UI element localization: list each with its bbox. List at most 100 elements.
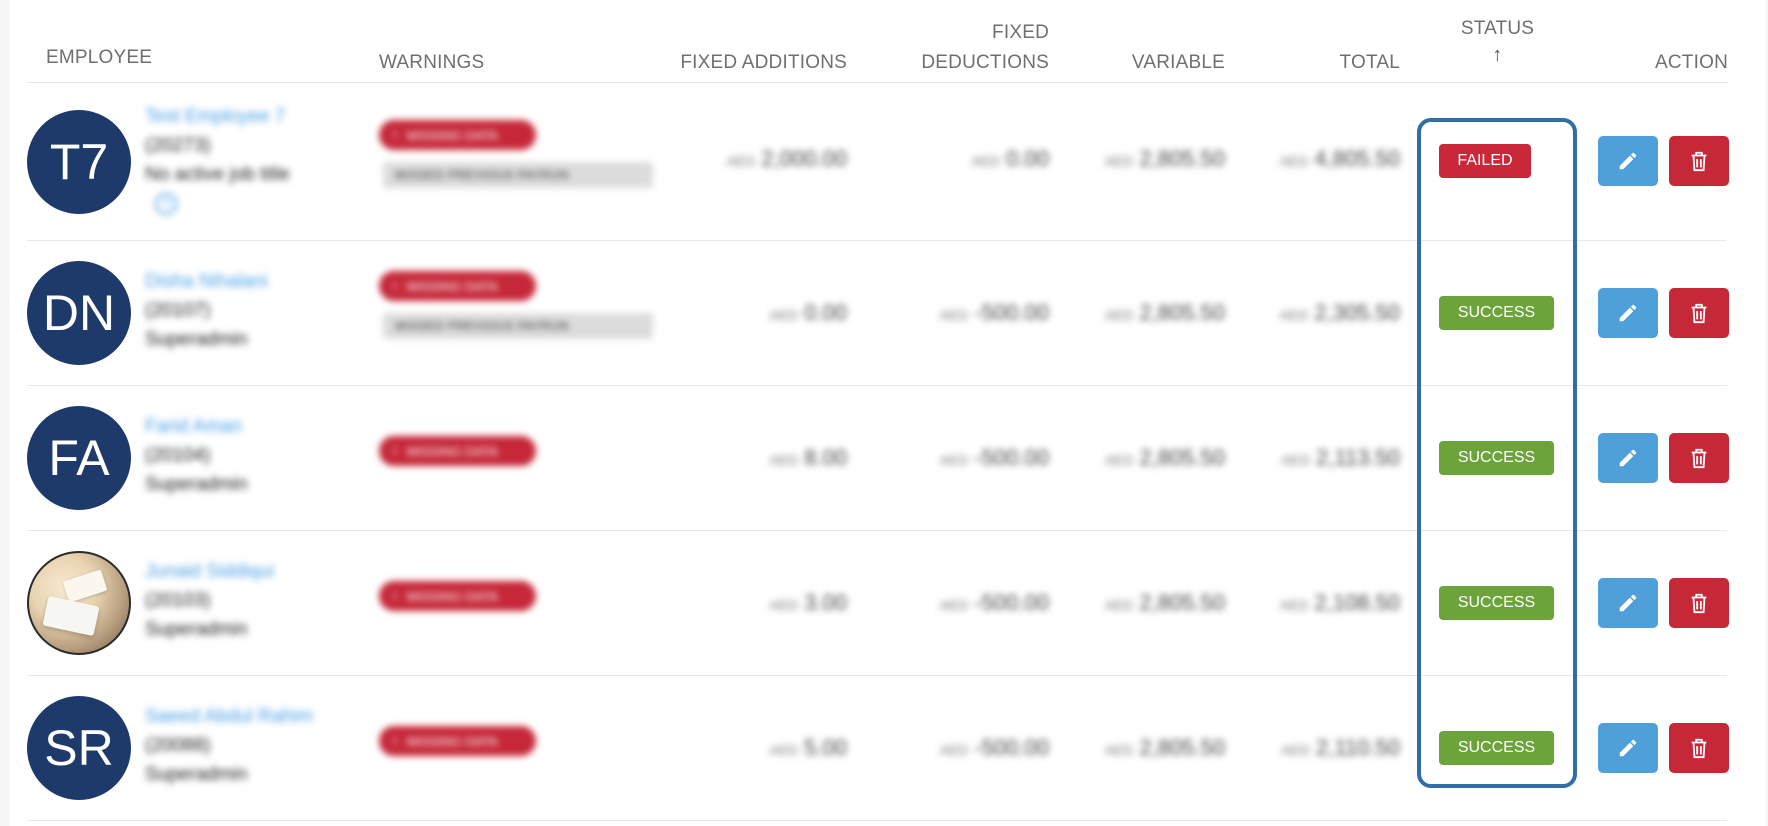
sort-ascending-icon[interactable]: ↑ bbox=[1450, 44, 1545, 67]
header-divider bbox=[27, 82, 1727, 83]
delete-button[interactable] bbox=[1669, 288, 1729, 338]
amount: 3.00 bbox=[804, 590, 847, 615]
edit-button[interactable] bbox=[1598, 723, 1658, 773]
status-badge: FAILED bbox=[1439, 144, 1531, 178]
fixed-additions-value: AED 5.00 bbox=[700, 735, 847, 761]
column-header-warnings[interactable]: WARNINGS bbox=[379, 52, 484, 74]
variable-value: AED 2,805.50 bbox=[1060, 146, 1225, 172]
column-header-status[interactable]: STATUS bbox=[1450, 18, 1545, 40]
edit-button[interactable] bbox=[1598, 578, 1658, 628]
table-row: FA Farid Aman (20104) Superadmin ! MISSIN… bbox=[0, 386, 1768, 531]
amount: -500.00 bbox=[974, 590, 1049, 615]
fixed-deductions-value: AED 0.00 bbox=[900, 146, 1049, 172]
avatar-initials: T7 bbox=[49, 134, 109, 190]
column-header-fixed-deductions-line2[interactable]: DEDUCTIONS bbox=[880, 52, 1049, 74]
warning-pill: ! MISSING DATA bbox=[379, 436, 536, 466]
fixed-additions-value: AED 3.00 bbox=[700, 590, 847, 616]
amount: 0.00 bbox=[804, 300, 847, 325]
employee-id: (20103) bbox=[145, 590, 211, 611]
trash-icon bbox=[1691, 593, 1707, 614]
fixed-deductions-value: AED -500.00 bbox=[900, 735, 1049, 761]
table-row: Junaid Siddiqui (20103) Superadmin ! MISS… bbox=[0, 531, 1768, 676]
currency-label: AED bbox=[1281, 742, 1310, 758]
amount: 2,110.50 bbox=[1315, 735, 1400, 760]
edit-button[interactable] bbox=[1598, 288, 1658, 338]
status-badge: SUCCESS bbox=[1439, 731, 1554, 765]
currency-label: AED bbox=[1279, 597, 1309, 613]
status-badge: SUCCESS bbox=[1439, 441, 1554, 475]
variable-value: AED 2,805.50 bbox=[1060, 590, 1225, 616]
delete-button[interactable] bbox=[1669, 136, 1729, 186]
amount: 8.00 bbox=[804, 445, 847, 470]
amount: 2,108.50 bbox=[1314, 590, 1400, 615]
employee-job-title: Superadmin bbox=[145, 474, 248, 495]
pencil-icon bbox=[1619, 304, 1637, 322]
avatar-initials: SR bbox=[44, 720, 114, 776]
trash-icon bbox=[1691, 448, 1707, 469]
delete-button[interactable] bbox=[1669, 578, 1729, 628]
column-header-fixed-additions[interactable]: FIXED ADDITIONS bbox=[650, 52, 847, 74]
fixed-deductions-value: AED -500.00 bbox=[900, 590, 1049, 616]
table-row: SR Saeed Abdul Rahim (20088) Superadmin … bbox=[0, 676, 1768, 821]
question-circle-icon[interactable]: ? bbox=[155, 193, 177, 215]
column-header-employee[interactable]: EMPLOYEE bbox=[46, 47, 152, 69]
avatar: T7 bbox=[27, 110, 131, 214]
edit-button[interactable] bbox=[1598, 433, 1658, 483]
variable-value: AED 2,805.50 bbox=[1060, 445, 1225, 471]
currency-label: AED bbox=[1104, 452, 1134, 468]
currency-label: AED bbox=[769, 452, 799, 468]
amount: 2,805.50 bbox=[1139, 445, 1225, 470]
currency-label: AED bbox=[1281, 452, 1310, 468]
avatar: DN bbox=[27, 261, 131, 365]
pencil-icon bbox=[1619, 152, 1637, 170]
warning-pill: ! MISSING DATA bbox=[379, 120, 536, 150]
fixed-deductions-value: AED -500.00 bbox=[900, 445, 1049, 471]
row-divider bbox=[27, 820, 1727, 821]
total-value: AED 2,113.50 bbox=[1240, 445, 1400, 471]
employee-id: (20273) bbox=[145, 135, 211, 156]
employee-id: (20088) bbox=[145, 735, 211, 756]
status-badge: SUCCESS bbox=[1439, 296, 1554, 330]
employee-name-link[interactable]: Farid Aman bbox=[145, 416, 242, 438]
employee-job-title: No active job title bbox=[145, 164, 290, 185]
amount: 0.00 bbox=[1006, 146, 1049, 171]
currency-label: AED bbox=[1104, 597, 1134, 613]
trash-icon bbox=[1691, 303, 1707, 324]
employee-job-title: Superadmin bbox=[145, 619, 248, 640]
variable-value: AED 2,805.50 bbox=[1060, 300, 1225, 326]
currency-label: AED bbox=[939, 307, 969, 323]
currency-label: AED bbox=[726, 153, 756, 169]
warning-label: MISSING DATA bbox=[406, 443, 498, 459]
column-header-total[interactable]: TOTAL bbox=[1250, 52, 1400, 74]
currency-label: AED bbox=[971, 153, 1001, 169]
amount: -500.00 bbox=[974, 445, 1049, 470]
employee-id: (20107) bbox=[145, 300, 211, 321]
total-value: AED 4,805.50 bbox=[1240, 146, 1400, 172]
column-header-variable[interactable]: VARIABLE bbox=[1080, 52, 1225, 74]
amount: -500.00 bbox=[974, 735, 1049, 760]
amount: 2,305.50 bbox=[1314, 300, 1400, 325]
amount: 2,113.50 bbox=[1315, 445, 1400, 470]
total-value: AED 2,110.50 bbox=[1240, 735, 1400, 761]
pencil-icon bbox=[1619, 594, 1637, 612]
edit-button[interactable] bbox=[1598, 136, 1658, 186]
employee-job-title: Superadmin bbox=[145, 329, 248, 350]
employee-name-link[interactable]: Saeed Abdul Rahim bbox=[145, 706, 313, 728]
column-header-fixed-deductions-line1[interactable]: FIXED bbox=[880, 22, 1049, 44]
status-badge: SUCCESS bbox=[1439, 586, 1554, 620]
employee-name-link[interactable]: Test Employee 7 bbox=[145, 106, 285, 128]
warning-label: MISSING DATA bbox=[406, 733, 498, 749]
fixed-deductions-value: AED -500.00 bbox=[900, 300, 1049, 326]
table-row: DN Disha Nihalani (20107) Superadmin ! MI… bbox=[0, 241, 1768, 386]
exclamation-icon: ! bbox=[393, 127, 397, 143]
delete-button[interactable] bbox=[1669, 433, 1729, 483]
employee-name-link[interactable]: Disha Nihalani bbox=[145, 271, 268, 293]
employee-name-link[interactable]: Junaid Siddiqui bbox=[145, 561, 274, 583]
warning-pill: ! MISSING DATA bbox=[379, 271, 536, 301]
currency-label: AED bbox=[769, 307, 799, 323]
employee-id: (20104) bbox=[145, 445, 211, 466]
warning-pill: ! MISSING DATA bbox=[379, 726, 536, 756]
column-header-action[interactable]: ACTION bbox=[1620, 52, 1728, 74]
delete-button[interactable] bbox=[1669, 723, 1729, 773]
currency-label: AED bbox=[1104, 742, 1134, 758]
